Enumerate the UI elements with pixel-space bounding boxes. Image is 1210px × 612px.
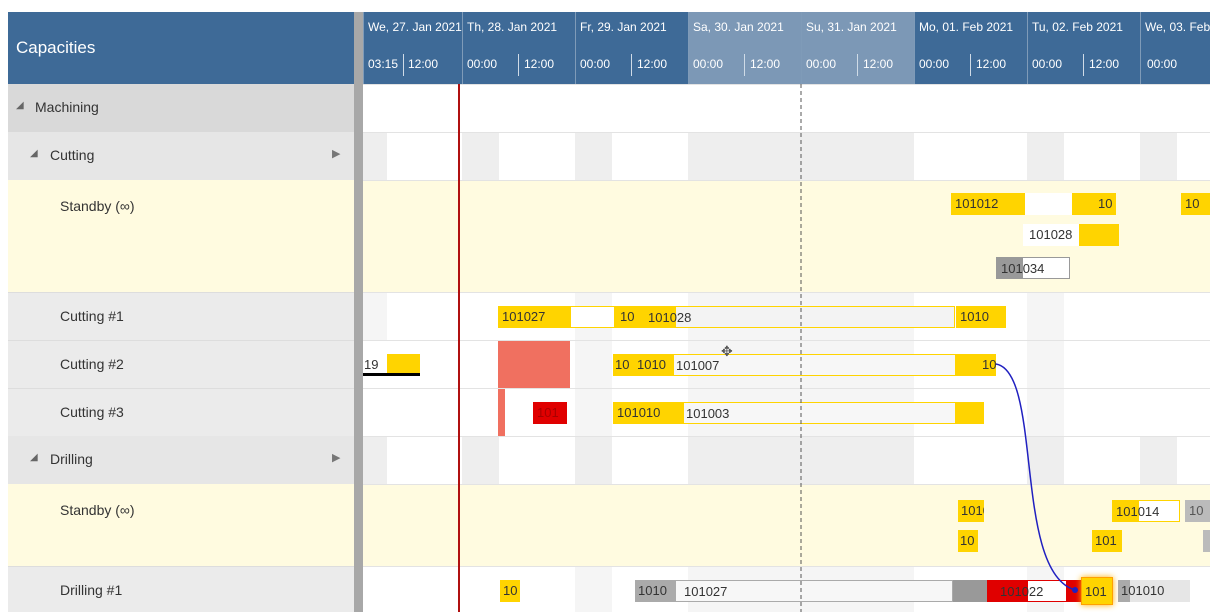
group-row-cutting[interactable]: ◢ Cutting ▶ xyxy=(8,132,354,180)
resource-label: Standby (∞) xyxy=(60,502,135,518)
resource-label: Cutting #3 xyxy=(60,404,124,420)
panel-splitter[interactable] xyxy=(354,12,363,612)
resource-label: Standby (∞) xyxy=(60,198,135,214)
group-label: Machining xyxy=(35,99,99,115)
expand-arrow-icon[interactable]: ▶ xyxy=(332,451,340,464)
collapse-triangle-icon[interactable]: ◢ xyxy=(30,452,38,463)
capacities-panel: Capacities ◢ Machining ◢ Cutting ▶ Stand… xyxy=(8,12,354,612)
resource-row-drilling-standby[interactable]: Standby (∞) xyxy=(8,484,354,566)
resource-label: Cutting #1 xyxy=(60,308,124,324)
group-label: Cutting xyxy=(50,147,95,163)
dependency-endpoint xyxy=(1072,587,1078,593)
resource-row-cutting-standby[interactable]: Standby (∞) xyxy=(8,180,354,292)
gantt-overlay xyxy=(458,84,1078,612)
group-row-drilling[interactable]: ◢ Drilling ▶ xyxy=(8,436,354,484)
group-row-machining[interactable]: ◢ Machining xyxy=(8,84,354,132)
resource-row-cutting-3[interactable]: Cutting #3 xyxy=(8,388,354,436)
collapse-triangle-icon[interactable]: ◢ xyxy=(30,148,38,159)
collapse-triangle-icon[interactable]: ◢ xyxy=(16,100,24,111)
resource-label: Cutting #2 xyxy=(60,356,124,372)
group-label: Drilling xyxy=(50,451,93,467)
dependency-link[interactable] xyxy=(995,363,1076,591)
panel-title: Capacities xyxy=(8,12,354,84)
resource-label: Drilling #1 xyxy=(60,582,123,598)
resource-row-cutting-1[interactable]: Cutting #1 xyxy=(8,292,354,340)
resource-row-cutting-2[interactable]: Cutting #2 xyxy=(8,340,354,388)
resource-row-drilling-1[interactable]: Drilling #1 xyxy=(8,566,354,612)
gantt-chart[interactable]: We, 27. Jan 2021 Th, 28. Jan 2021 Fr, 29… xyxy=(363,12,1210,612)
expand-arrow-icon[interactable]: ▶ xyxy=(332,147,340,160)
